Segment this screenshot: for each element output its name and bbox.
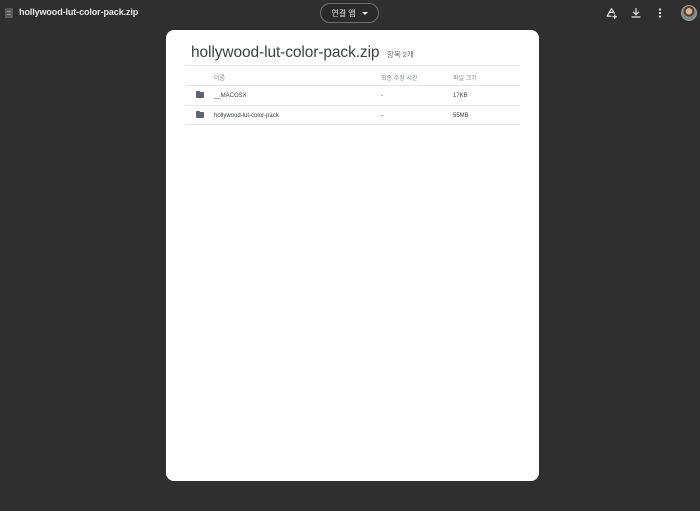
archive-title: hollywood-lut-color-pack.zip bbox=[191, 44, 380, 61]
item-modified: - bbox=[381, 113, 383, 119]
more-vert-icon[interactable] bbox=[653, 6, 667, 20]
item-name: __MACOSX bbox=[214, 93, 247, 99]
open-with-button[interactable]: 연결 앱 bbox=[320, 3, 379, 23]
item-size: 55MB bbox=[453, 113, 469, 119]
open-with-label: 연결 앱 bbox=[331, 8, 356, 18]
column-header-modified[interactable]: 최종 수정 시간 bbox=[381, 73, 417, 82]
column-header-name[interactable]: 이름 bbox=[214, 73, 225, 82]
caret-down-icon bbox=[361, 11, 368, 15]
item-size: 17KB bbox=[453, 93, 468, 99]
item-modified: - bbox=[381, 93, 383, 99]
download-icon[interactable] bbox=[629, 6, 643, 20]
folder-icon bbox=[196, 110, 204, 118]
app-title: hollywood-lut-color-pack.zip bbox=[19, 7, 139, 17]
file-table: 이름 최종 수정 시간 파일 크기 __MACOSX - 17KB hollyw… bbox=[185, 65, 520, 125]
archive-preview-card: hollywood-lut-color-pack.zip 항목 2개 이름 최종… bbox=[166, 30, 539, 481]
table-header: 이름 최종 수정 시간 파일 크기 bbox=[185, 65, 520, 85]
table-row[interactable]: hollywood-lut-color-pack - 55MB bbox=[185, 105, 520, 125]
avatar[interactable] bbox=[681, 5, 697, 21]
column-header-size[interactable]: 파일 크기 bbox=[453, 73, 477, 82]
top-bar: hollywood-lut-color-pack.zip 연결 앱 bbox=[0, 0, 700, 26]
item-count: 항목 2개 bbox=[386, 50, 414, 59]
add-to-drive-icon[interactable] bbox=[604, 6, 618, 20]
file-icon bbox=[5, 8, 13, 18]
folder-icon bbox=[196, 90, 204, 98]
table-row[interactable]: __MACOSX - 17KB bbox=[185, 85, 520, 105]
archive-header: hollywood-lut-color-pack.zip 항목 2개 bbox=[191, 44, 414, 62]
item-name: hollywood-lut-color-pack bbox=[214, 113, 279, 119]
